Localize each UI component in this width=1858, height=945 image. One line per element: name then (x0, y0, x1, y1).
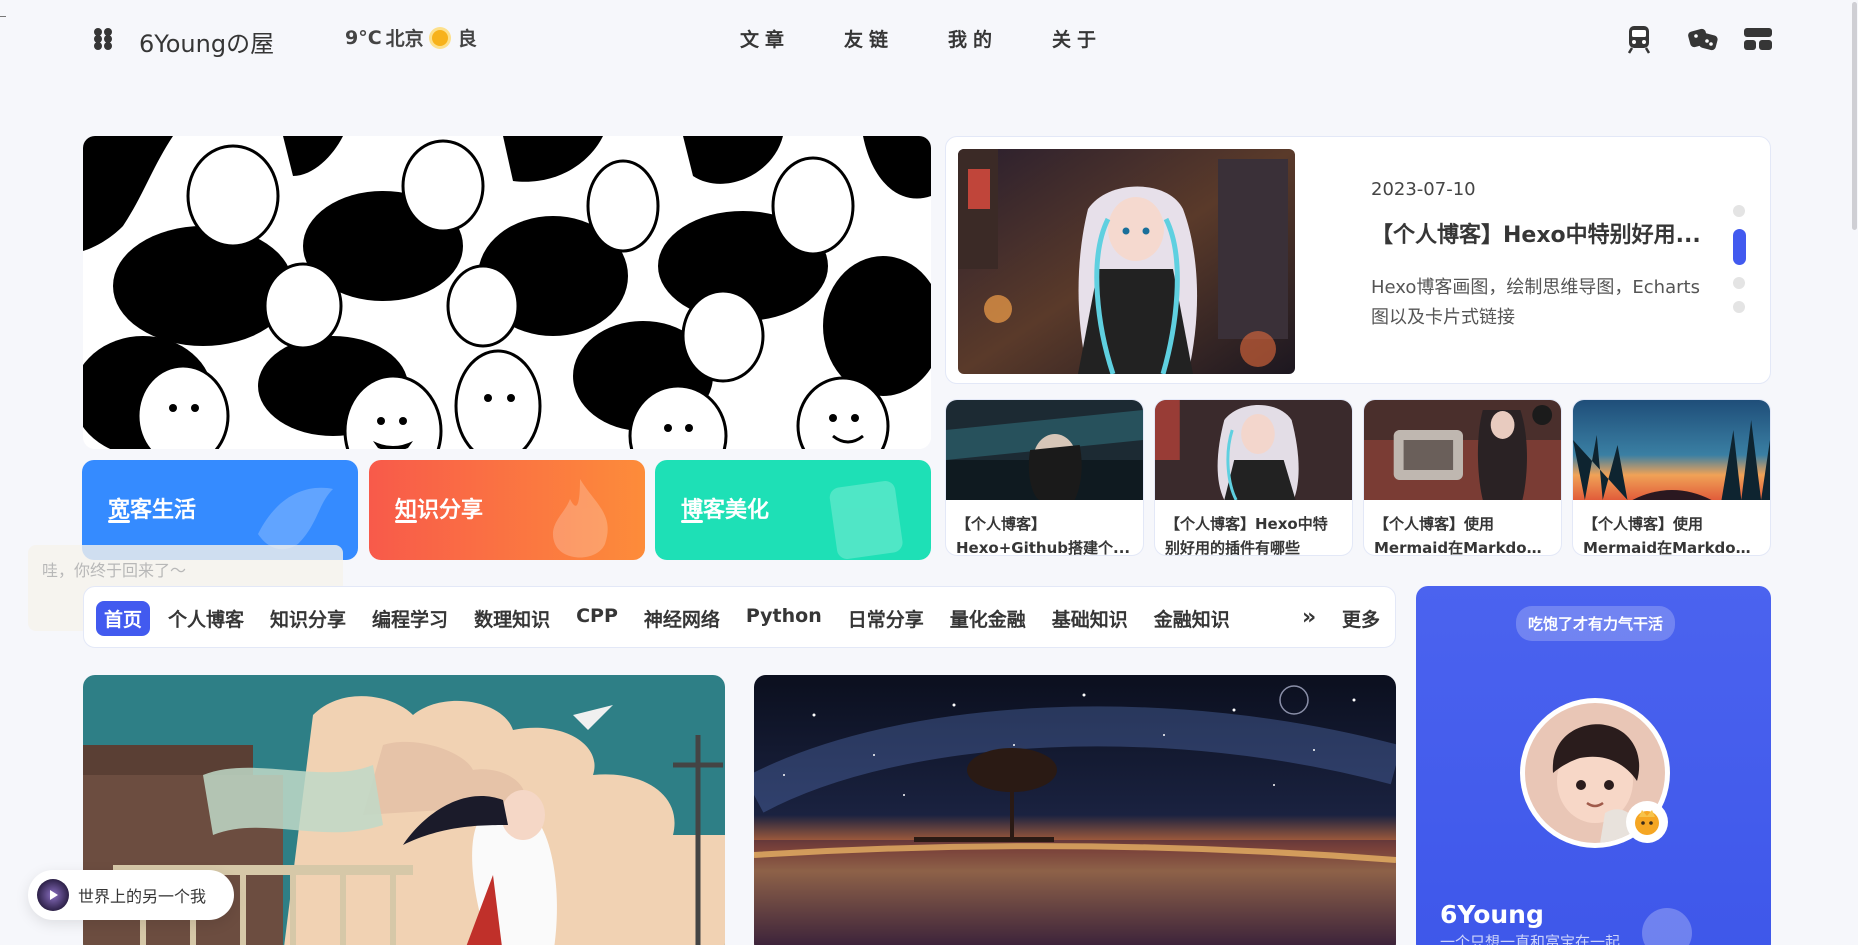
author-desc: 一个只想一直和富宝在一起 (1440, 933, 1621, 945)
nav-about[interactable]: 关于 (1052, 25, 1102, 52)
category-card-knowledge[interactable]: 知识分享 (369, 460, 645, 560)
weather-city: 北京 (385, 28, 424, 50)
featured-post-image (958, 149, 1295, 374)
carousel-dots (1732, 205, 1746, 325)
category-underline (108, 520, 130, 523)
recommend-card-title-line2: Mermaid在Markdow... (1583, 539, 1760, 556)
recommend-card[interactable]: 【个人博客】Hexo中特 别好用的插件有哪些 (1154, 399, 1353, 556)
author-deco-circle (1642, 908, 1692, 945)
recommend-card-title-line1: 【个人博客】使用 (1374, 515, 1495, 533)
featured-post-title[interactable]: 【个人博客】Hexo中特别好用... (1371, 217, 1701, 249)
greeting-text: 哇，你终于回来了～ (42, 561, 187, 580)
carousel-dot-active[interactable] (1732, 229, 1746, 265)
catbar-item[interactable]: CPP (568, 601, 626, 636)
site-title[interactable]: 6Youngの屋 (139, 24, 274, 59)
page-scrollbar[interactable] (1850, 0, 1858, 945)
catbar-item[interactable]: 量化金融 (942, 601, 1034, 636)
catbar-item[interactable]: 神经网络 (636, 601, 728, 636)
scroll-right-icon[interactable]: » (1302, 605, 1316, 630)
weather-widget: 9°C 北京 良 (345, 24, 477, 51)
catbar-item[interactable]: 个人博客 (160, 601, 252, 636)
catbar-item[interactable]: 日常分享 (840, 601, 932, 636)
post-card-cover (754, 675, 1396, 945)
post-card[interactable] (754, 675, 1396, 945)
hero-banner[interactable] (83, 136, 931, 449)
catbar-item[interactable]: 金融知识 (1146, 601, 1238, 636)
category-more-link[interactable]: 更多 (1342, 605, 1380, 632)
category-card-beautify[interactable]: 博客美化 (655, 460, 931, 560)
category-underline (395, 520, 417, 523)
avatar-badge-icon (1626, 801, 1668, 843)
author-card: 吃饱了才有力气干活 6Young 一个只想一直和富宝在一起 (1416, 586, 1771, 945)
crowd-illustration (83, 136, 931, 449)
site-header: 6Youngの屋 9°C 北京 良 文章 友链 我的 关于 (0, 0, 1858, 80)
fire-icon (552, 479, 608, 558)
catbar-item[interactable]: 基础知识 (1044, 601, 1136, 636)
recommend-card-title-line2: Mermaid在Markdow... (1374, 539, 1551, 556)
featured-post-date: 2023-07-10 (1371, 179, 1476, 200)
scrollbar-thumb[interactable] (1852, 2, 1857, 230)
recommend-card-title-line2: 别好用的插件有哪些 (1165, 539, 1301, 556)
category-icon[interactable] (1743, 24, 1773, 54)
nav-links[interactable]: 友链 (844, 25, 894, 52)
recommend-card-image (1364, 400, 1561, 500)
carousel-dot[interactable] (1733, 277, 1745, 289)
catbar-item[interactable]: 编程学习 (364, 601, 456, 636)
sun-icon (431, 29, 448, 46)
carousel-dot[interactable] (1733, 205, 1745, 217)
author-tag: 吃饱了才有力气干活 (1516, 606, 1676, 641)
nav-articles[interactable]: 文章 (740, 25, 790, 52)
recommend-card-title-line2: Hexo+Github搭建个... (956, 539, 1131, 556)
recommend-card[interactable]: 【个人博客】使用 Mermaid在Markdow... (1363, 399, 1562, 556)
author-name: 6Young (1440, 900, 1544, 929)
play-icon[interactable] (37, 879, 69, 911)
menu-grid-icon[interactable] (94, 28, 114, 50)
category-underline (681, 520, 703, 523)
catbar-item[interactable]: Python (738, 601, 830, 636)
catbar-item[interactable]: 知识分享 (262, 601, 354, 636)
catbar-item[interactable]: 数理知识 (466, 601, 558, 636)
recommend-card-title-line1: 【个人博客】使用 (1583, 515, 1704, 533)
category-bar-items: 首页 个人博客 知识分享 编程学习 数理知识 CPP 神经网络 Python 日常分享 量化金融基… (96, 601, 1296, 636)
recommend-card-image (1573, 400, 1770, 500)
catbar-item-active[interactable]: 首页 (96, 601, 151, 636)
weather-temp: 9°C (345, 26, 382, 49)
music-player[interactable]: 世界上的另一个我 (28, 870, 234, 920)
nav-mine[interactable]: 我的 (948, 25, 998, 52)
recommend-card-image (1155, 400, 1352, 501)
recommend-card-image (946, 400, 1143, 500)
book-icon (829, 481, 903, 559)
recommend-card[interactable]: 【个人博客】 Hexo+Github搭建个... (945, 399, 1144, 556)
main-nav: 文章 友链 我的 关于 (740, 25, 1102, 52)
music-title: 世界上的另一个我 (78, 887, 207, 906)
category-bar: 首页 个人博客 知识分享 编程学习 数理知识 CPP 神经网络 Python 日常分享 量化金融基… (83, 586, 1396, 648)
recommend-card-title-line1: 【个人博客】Hexo中特 (1165, 515, 1328, 533)
featured-post-desc: Hexo博客画图，绘制思维导图，Echarts图以及卡片式链接 (1371, 277, 1700, 328)
subway-icon[interactable] (1624, 24, 1654, 54)
recommend-card-title-line1: 【个人博客】 (956, 515, 1047, 533)
featured-post[interactable]: 2023-07-10 【个人博客】Hexo中特别好用... Hexo博客画图，绘… (945, 136, 1771, 384)
carousel-dot[interactable] (1733, 301, 1745, 313)
recommend-card[interactable]: 【个人博客】使用 Mermaid在Markdow... (1572, 399, 1771, 556)
game-icon[interactable] (1687, 24, 1718, 54)
air-quality: 良 (457, 28, 477, 50)
